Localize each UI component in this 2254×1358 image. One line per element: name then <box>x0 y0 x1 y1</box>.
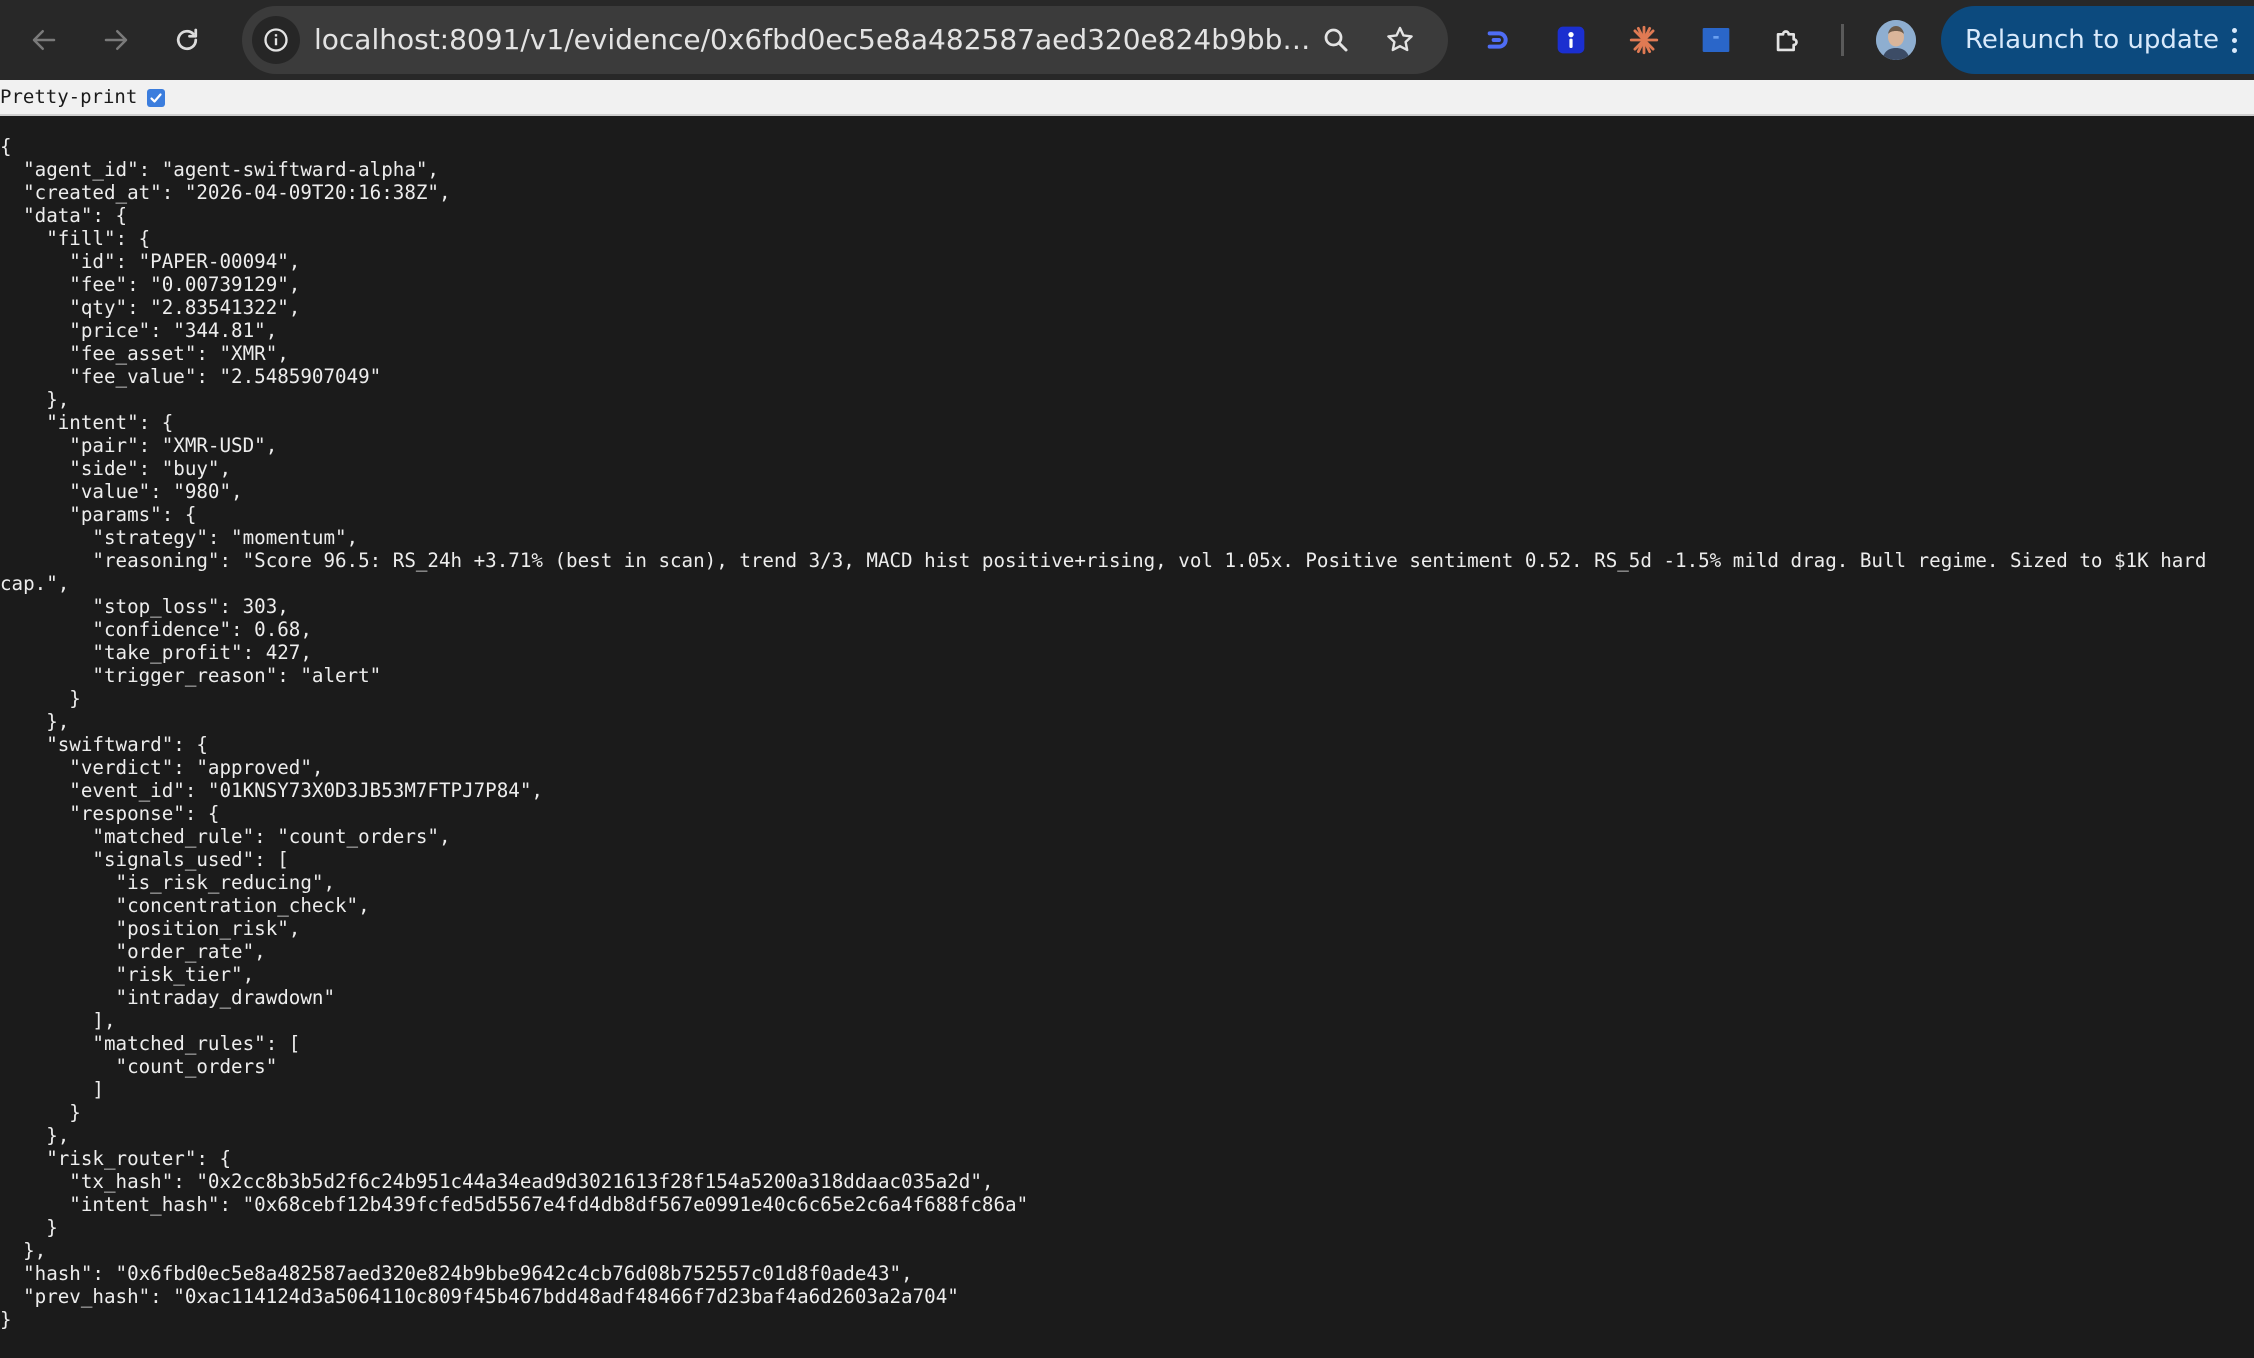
json-line: } <box>0 1216 58 1239</box>
json-line: { <box>0 135 12 158</box>
json-line: ], <box>0 1009 116 1032</box>
json-line: "risk_router": { <box>0 1147 232 1170</box>
json-line: "created_at": "2026-04-09T20:16:38Z", <box>0 181 451 204</box>
relaunch-label: Relaunch to update <box>1965 25 2220 55</box>
json-line: "intraday_drawdown" <box>0 986 336 1009</box>
json-line: "fee": "0.00739129", <box>0 273 301 296</box>
arrow-left-icon <box>32 30 56 50</box>
json-line: "count_orders" <box>0 1055 278 1078</box>
json-line: "fee_value": "2.5485907049" <box>0 365 382 388</box>
json-line: "params": { <box>0 503 197 526</box>
json-line: "value": "980", <box>0 480 243 503</box>
arrow-right-icon <box>104 30 128 50</box>
json-line: }, <box>0 1239 47 1262</box>
json-line: "concentration_check", <box>0 894 370 917</box>
json-line: }, <box>0 388 70 411</box>
json-line: "confidence": 0.68, <box>0 618 312 641</box>
pretty-print-label: Pretty-print <box>0 86 138 108</box>
json-line: "event_id": "01KNSY73X0D3JB53M7FTPJ7P84"… <box>0 779 543 802</box>
extension-button-2[interactable] <box>1551 20 1591 60</box>
extension-button-4[interactable] <box>1696 20 1736 60</box>
json-line: "tx_hash": "0x2cc8b3b5d2f6c24b951c44a34e… <box>0 1170 994 1193</box>
bookmark-button[interactable] <box>1380 20 1420 60</box>
pretty-print-bar: Pretty-print <box>0 80 2254 116</box>
extension-icon <box>1557 26 1585 54</box>
json-line: "fee_asset": "XMR", <box>0 342 289 365</box>
url-text[interactable]: localhost:8091/v1/evidence/0x6fbd0ec5e8a… <box>314 6 1324 74</box>
json-line: "stop_loss": 303, <box>0 595 289 618</box>
json-line: "swiftward": { <box>0 733 208 756</box>
address-bar[interactable]: localhost:8091/v1/evidence/0x6fbd0ec5e8a… <box>242 6 1448 74</box>
json-line: "response": { <box>0 802 220 825</box>
star-icon <box>1387 26 1413 52</box>
browser-toolbar: localhost:8091/v1/evidence/0x6fbd0ec5e8a… <box>0 0 2254 80</box>
kebab-icon[interactable] <box>2230 28 2238 54</box>
json-line: cap.", <box>0 572 70 595</box>
json-line: "matched_rules": [ <box>0 1032 301 1055</box>
extension-icon <box>1702 28 1730 52</box>
json-line: "order_rate", <box>0 940 266 963</box>
json-line: "intent_hash": "0x68cebf12b439fcfed5d556… <box>0 1193 1029 1216</box>
json-line: "agent_id": "agent-swiftward-alpha", <box>0 158 439 181</box>
json-line: "side": "buy", <box>0 457 232 480</box>
json-line: "signals_used": [ <box>0 848 289 871</box>
json-line: }, <box>0 1124 70 1147</box>
json-line: } <box>0 687 81 710</box>
json-line: "hash": "0x6fbd0ec5e8a482587aed320e824b9… <box>0 1262 913 1285</box>
json-line: } <box>0 1308 12 1331</box>
json-line: "reasoning": "Score 96.5: RS_24h +3.71% … <box>0 549 2207 572</box>
json-line: "price": "344.81", <box>0 319 278 342</box>
reload-icon <box>176 28 198 51</box>
extension-button-1[interactable] <box>1479 20 1519 60</box>
zoom-button[interactable] <box>1316 20 1356 60</box>
info-icon <box>264 28 288 52</box>
json-line: "prev_hash": "0xac114124d3a5064110c809f4… <box>0 1285 959 1308</box>
json-line: "is_risk_reducing", <box>0 871 336 894</box>
json-line: "matched_rule": "count_orders", <box>0 825 451 848</box>
reload-button[interactable] <box>161 14 213 66</box>
puzzle-icon <box>1776 30 1798 52</box>
site-info-button[interactable] <box>252 16 300 64</box>
sparkle-icon <box>1629 25 1659 55</box>
json-line: "risk_tier", <box>0 963 255 986</box>
json-line: "fill": { <box>0 227 151 250</box>
json-line: "pair": "XMR-USD", <box>0 434 278 457</box>
pretty-print-checkbox[interactable] <box>147 89 165 107</box>
json-line: "id": "PAPER-00094", <box>0 250 301 273</box>
json-document: { "agent_id": "agent-swiftward-alpha", "… <box>0 135 2254 1331</box>
json-line: "qty": "2.83541322", <box>0 296 301 319</box>
magnifier-icon <box>1324 28 1348 52</box>
json-line: } <box>0 1101 81 1124</box>
json-line: "trigger_reason": "alert" <box>0 664 382 687</box>
extension-button-3[interactable] <box>1624 20 1664 60</box>
json-line: "verdict": "approved", <box>0 756 324 779</box>
json-line: "position_risk", <box>0 917 301 940</box>
back-button[interactable] <box>18 14 70 66</box>
checkmark-icon <box>150 93 162 103</box>
json-line: "intent": { <box>0 411 174 434</box>
json-line: }, <box>0 710 70 733</box>
json-line: "strategy": "momentum", <box>0 526 359 549</box>
json-line: "take_profit": 427, <box>0 641 312 664</box>
extensions-menu-button[interactable] <box>1768 20 1808 60</box>
toolbar-divider <box>1841 24 1844 56</box>
profile-avatar[interactable] <box>1876 20 1916 60</box>
json-line: ] <box>0 1078 104 1101</box>
forward-button[interactable] <box>90 14 142 66</box>
avatar-icon <box>1876 20 1916 60</box>
extension-icon <box>1487 31 1508 49</box>
relaunch-to-update-button[interactable]: Relaunch to update <box>1941 6 2254 74</box>
json-line: "data": { <box>0 204 128 227</box>
